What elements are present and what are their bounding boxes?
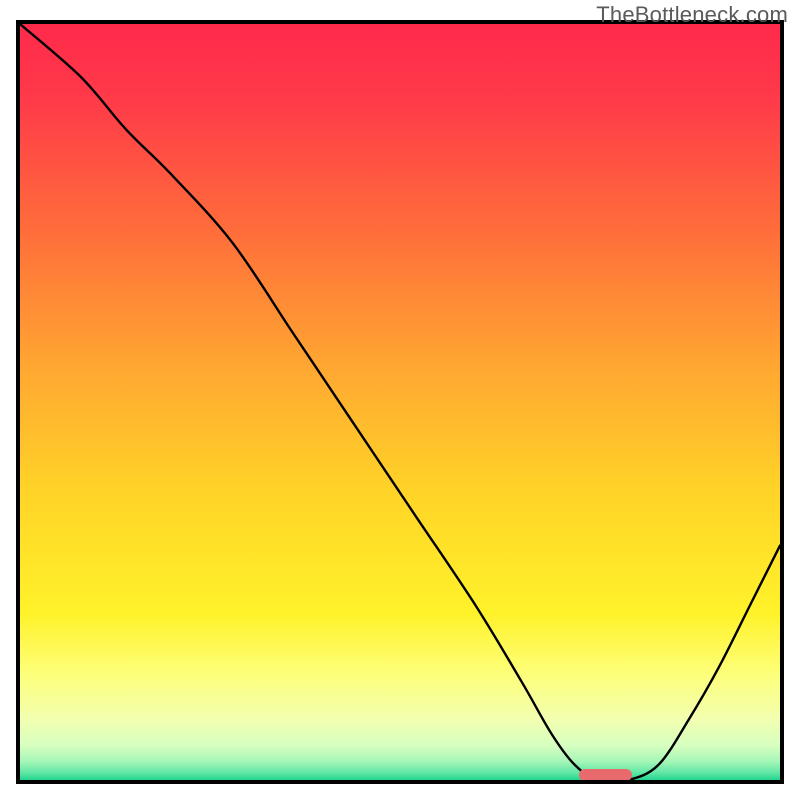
chart-svg <box>20 24 780 780</box>
plot-area <box>20 24 780 780</box>
chart-frame <box>16 20 784 784</box>
watermark-text: TheBottleneck.com <box>596 2 788 28</box>
optimal-range-marker-icon <box>579 769 632 781</box>
